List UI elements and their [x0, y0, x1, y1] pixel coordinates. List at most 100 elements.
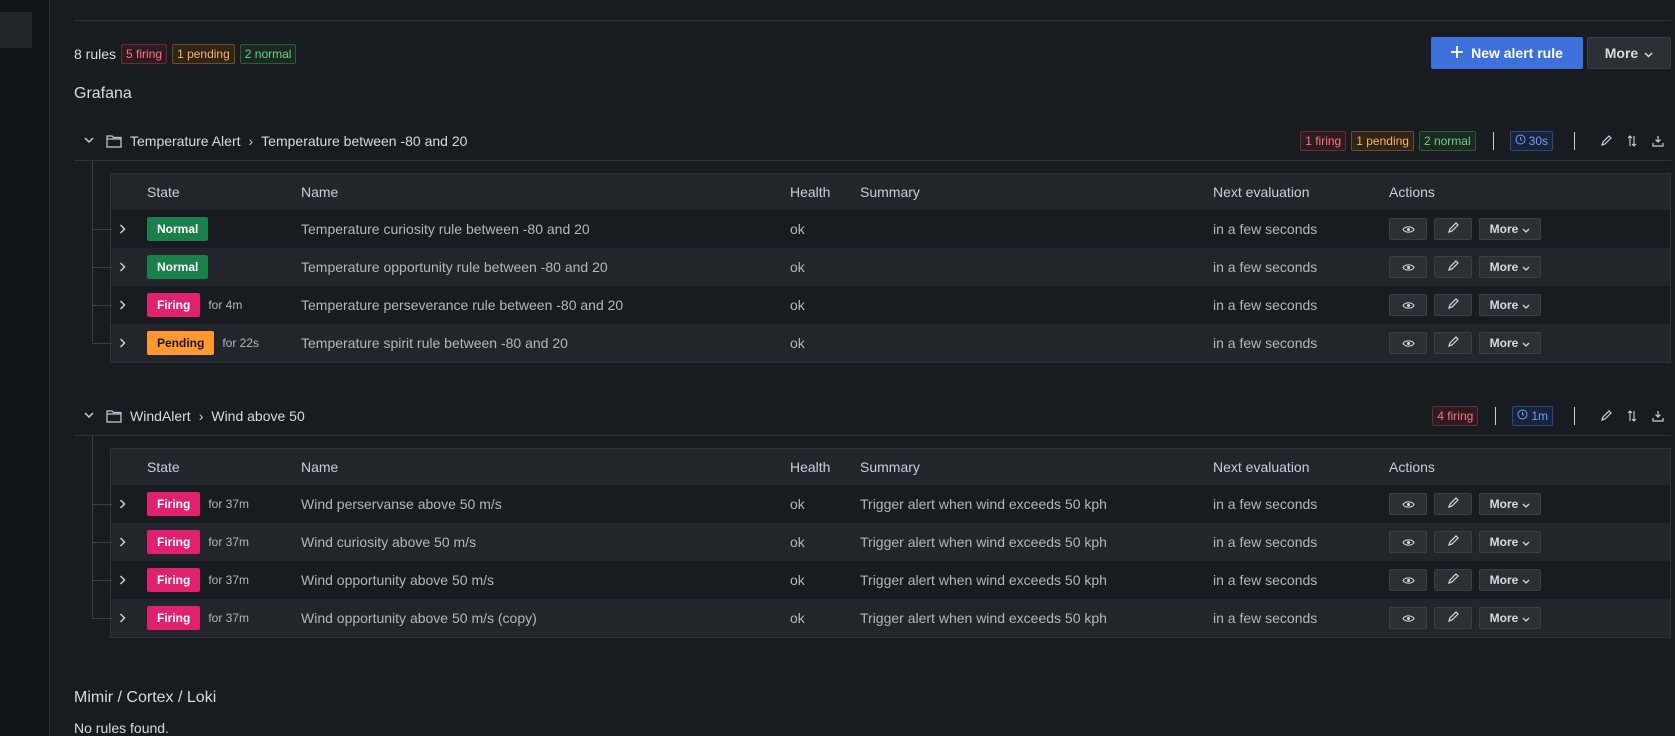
export-icon[interactable] [1645, 410, 1671, 422]
expand-row-icon[interactable] [119, 248, 126, 286]
reorder-icon[interactable] [1619, 135, 1645, 147]
rule-health: ok [790, 259, 805, 275]
pencil-icon [1447, 572, 1459, 588]
eye-icon [1401, 259, 1415, 275]
tree-connector [92, 267, 112, 268]
state-badge: Firing [147, 492, 201, 516]
view-rule-button[interactable] [1389, 493, 1427, 515]
rule-more-label: More [1489, 222, 1519, 236]
rule-more-button[interactable]: More [1479, 531, 1541, 553]
rule-health: ok [790, 572, 805, 588]
rule-more-button[interactable]: More [1479, 256, 1541, 278]
chevron-down-icon [1522, 535, 1530, 549]
folder-icon [106, 409, 122, 423]
edit-group-icon[interactable] [1593, 135, 1619, 147]
chevron-down-icon[interactable] [84, 410, 98, 422]
rule-group-header: Temperature Alert › Temperature between -8… [74, 121, 1671, 161]
view-rule-button[interactable] [1389, 607, 1427, 629]
export-icon[interactable] [1645, 135, 1671, 147]
rule-more-label: More [1489, 535, 1519, 549]
edit-rule-button[interactable] [1434, 256, 1472, 278]
edit-group-icon[interactable] [1593, 410, 1619, 422]
chevron-down-icon [1522, 611, 1530, 625]
table-row: Normal Temperature opportunity rule betwe… [92, 248, 1670, 286]
clock-icon [1515, 132, 1526, 150]
side-nav [0, 0, 50, 736]
state-badge: Firing [147, 530, 201, 554]
eye-icon [1401, 496, 1415, 512]
new-alert-rule-label: New alert rule [1471, 45, 1563, 61]
rule-more-button[interactable]: More [1479, 294, 1541, 316]
edit-rule-button[interactable] [1434, 607, 1472, 629]
column-header-health: Health [790, 184, 831, 200]
folder-name[interactable]: WindAlert [130, 408, 191, 424]
expand-row-icon[interactable] [119, 485, 126, 523]
rule-state: Pending for 22s [147, 324, 259, 362]
column-header-next: Next evaluation [1213, 184, 1310, 200]
view-rule-button[interactable] [1389, 294, 1427, 316]
pencil-icon [1447, 610, 1459, 626]
edit-rule-button[interactable] [1434, 531, 1472, 553]
table-row: Firing for 37m Wind curiosity above 50 m/s… [92, 523, 1670, 561]
expand-row-icon[interactable] [119, 324, 126, 362]
reorder-icon[interactable] [1619, 410, 1645, 422]
view-rule-button[interactable] [1389, 332, 1427, 354]
firing-count-tag: 4 firing [1432, 406, 1479, 426]
next-evaluation: in a few seconds [1213, 610, 1318, 626]
rule-more-button[interactable]: More [1479, 493, 1541, 515]
rule-more-button[interactable]: More [1479, 569, 1541, 591]
eye-icon [1401, 610, 1415, 626]
rule-health: ok [790, 335, 805, 351]
rule-summary: Trigger alert when wind exceeds 50 kph [860, 610, 1107, 626]
next-evaluation: in a few seconds [1213, 259, 1318, 275]
expand-row-icon[interactable] [119, 286, 126, 324]
column-header-name: Name [301, 459, 339, 475]
rule-group-tools: 4 firing 1m [1432, 396, 1671, 436]
edit-rule-button[interactable] [1434, 493, 1472, 515]
column-header-name: Name [301, 184, 339, 200]
column-header-summary: Summary [860, 459, 920, 475]
view-rule-button[interactable] [1389, 256, 1427, 278]
rule-more-button[interactable]: More [1479, 332, 1541, 354]
table-row: Normal Temperature curiosity rule between… [92, 210, 1670, 248]
state-badge: Normal [147, 217, 209, 241]
expand-row-icon[interactable] [119, 210, 126, 248]
state-duration: for 37m [208, 535, 250, 549]
side-nav-active-item[interactable] [0, 12, 32, 48]
more-menu-label: More [1604, 45, 1639, 61]
normal-count-tag: 2 normal [239, 44, 297, 64]
rule-name: Temperature spirit rule between -80 and … [301, 335, 568, 351]
pencil-icon [1447, 297, 1459, 313]
column-header-actions: Actions [1389, 184, 1435, 200]
rule-more-button[interactable]: More [1479, 218, 1541, 240]
rule-more-button[interactable]: More [1479, 607, 1541, 629]
rule-name: Temperature perseverance rule between -8… [301, 297, 624, 313]
expand-row-icon[interactable] [119, 561, 126, 599]
pencil-icon [1447, 496, 1459, 512]
folder-name[interactable]: Temperature Alert [130, 133, 241, 149]
column-header-actions: Actions [1389, 459, 1435, 475]
rule-summary: Trigger alert when wind exceeds 50 kph [860, 534, 1107, 550]
next-evaluation: in a few seconds [1213, 297, 1318, 313]
edit-rule-button[interactable] [1434, 218, 1472, 240]
pencil-icon [1447, 259, 1459, 275]
chevron-down-icon[interactable] [84, 135, 98, 147]
expand-row-icon[interactable] [119, 523, 126, 561]
rule-state: Firing for 37m [147, 523, 249, 561]
edit-rule-button[interactable] [1434, 332, 1472, 354]
edit-rule-button[interactable] [1434, 294, 1472, 316]
view-rule-button[interactable] [1389, 531, 1427, 553]
new-alert-rule-button[interactable]: New alert rule [1431, 37, 1583, 69]
table-row: Pending for 22s Temperature spirit rule be… [92, 324, 1670, 362]
rule-name: Wind opportunity above 50 m/s (copy) [301, 610, 537, 626]
folder-icon [106, 134, 122, 148]
view-rule-button[interactable] [1389, 218, 1427, 240]
rule-count: 8 rules [74, 46, 117, 62]
column-header-summary: Summary [860, 184, 920, 200]
view-rule-button[interactable] [1389, 569, 1427, 591]
group-name: Wind above 50 [211, 407, 305, 424]
more-menu-button[interactable]: More [1587, 37, 1671, 69]
chevron-down-icon [1522, 222, 1530, 236]
edit-rule-button[interactable] [1434, 569, 1472, 591]
expand-row-icon[interactable] [119, 599, 126, 637]
